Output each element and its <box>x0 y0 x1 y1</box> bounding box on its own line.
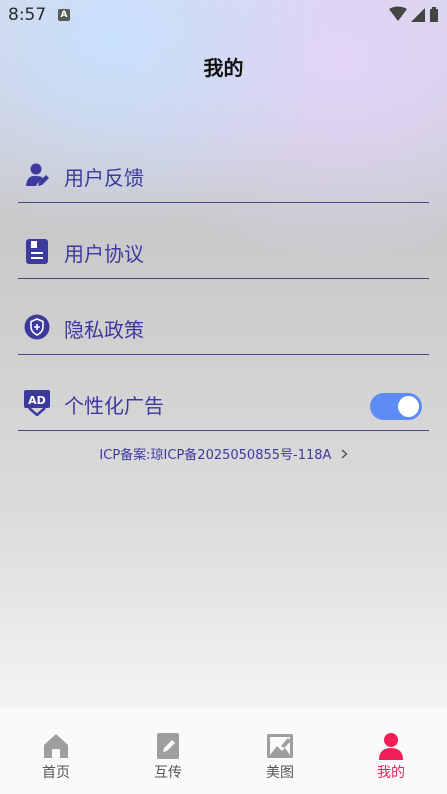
page-title: 我的 <box>203 56 244 80</box>
icp-filing-link[interactable]: ICP备案:琼ICP备2025050855号-118A <box>0 444 447 463</box>
menu-item-user-feedback[interactable]: 用户反馈 <box>18 150 429 203</box>
menu-label: 用户反馈 <box>64 166 144 190</box>
menu-label: 隐私政策 <box>64 318 144 342</box>
tab-label: 首页 <box>42 765 70 781</box>
tab-label: 互传 <box>154 765 182 781</box>
ad-icon: AD <box>24 390 50 417</box>
menu-label: 个性化广告 <box>64 394 164 418</box>
chevron-right-icon <box>341 448 348 463</box>
tab-transfer[interactable]: 互传 <box>112 732 224 782</box>
profile-icon <box>377 732 405 760</box>
status-time: 8:57 <box>8 5 47 25</box>
wifi-icon <box>389 6 407 21</box>
status-icons <box>389 6 441 28</box>
svg-text:AD: AD <box>28 394 46 407</box>
user-feedback-icon <box>24 162 50 188</box>
icp-text: ICP备案:琼ICP备2025050855号-118A <box>99 448 332 463</box>
shield-icon <box>24 314 50 340</box>
home-icon <box>42 732 70 760</box>
toggle-knob <box>398 396 419 417</box>
tab-home[interactable]: 首页 <box>0 732 112 782</box>
battery-icon <box>430 7 438 22</box>
status-bar: 8:57 A <box>0 0 447 32</box>
tab-images[interactable]: 美图 <box>224 732 336 782</box>
image-icon <box>266 732 294 760</box>
transfer-icon <box>154 732 182 760</box>
personalized-ads-toggle[interactable] <box>370 393 422 420</box>
bottom-tab-bar: 首页 互传 美图 我的 <box>0 708 447 794</box>
tab-label: 美图 <box>266 765 294 781</box>
tab-profile[interactable]: 我的 <box>335 732 447 782</box>
notification-a-icon: A <box>58 9 70 21</box>
menu-item-privacy-policy[interactable]: 隐私政策 <box>18 302 429 355</box>
menu-label: 用户协议 <box>64 242 144 266</box>
document-icon <box>24 238 50 264</box>
menu-item-personalized-ads[interactable]: AD 个性化广告 <box>18 378 429 431</box>
menu-item-user-agreement[interactable]: 用户协议 <box>18 226 429 279</box>
tab-label: 我的 <box>377 765 405 781</box>
signal-icon <box>411 8 425 22</box>
